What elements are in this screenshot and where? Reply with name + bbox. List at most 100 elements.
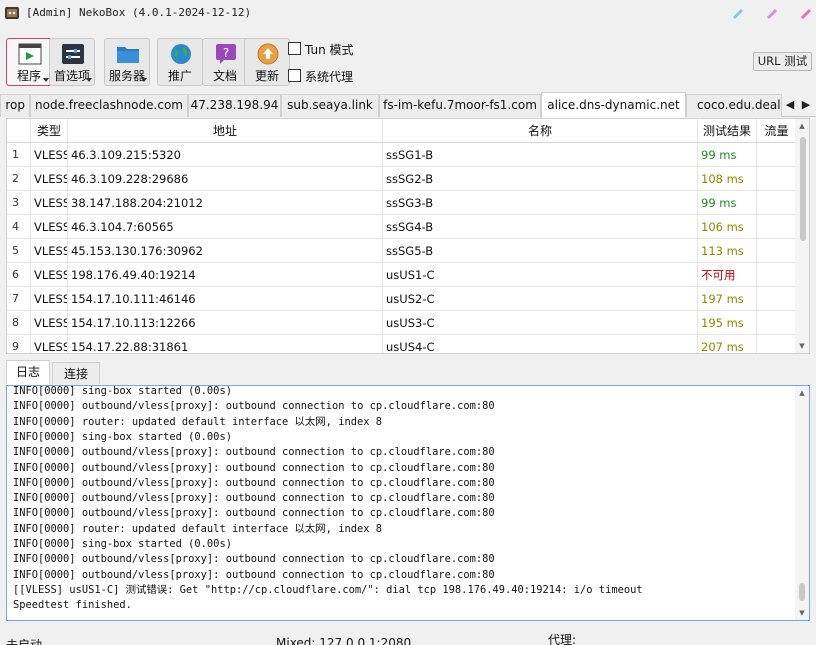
cell-name: usUS3-C <box>383 311 698 335</box>
cell-address: 38.147.188.204:21012 <box>68 191 383 215</box>
scroll-up-icon[interactable]: ▲ <box>798 122 806 130</box>
table-row[interactable]: 1 VLESS 46.3.109.215:5320 ssSG1-B 99 ms <box>7 143 797 167</box>
maximize-icon[interactable] <box>764 6 778 20</box>
cell-name: ssSG1-B <box>383 143 698 167</box>
docs-icon: ? <box>216 44 236 64</box>
log-line: INFO[0000] outbound/vless[proxy]: outbou… <box>13 400 495 413</box>
header-traffic[interactable]: 流量 <box>757 119 797 143</box>
server-button[interactable]: 服务器 <box>104 38 150 86</box>
scroll-down-icon[interactable]: ▼ <box>798 342 806 350</box>
url-test-button[interactable]: URL 测试 <box>753 52 812 71</box>
docs-label: 文档 <box>212 69 237 83</box>
cell-traffic <box>757 167 797 191</box>
group-tab[interactable]: fs-im-kefu.7moor-fs1.com <box>379 94 541 117</box>
cell-test: 113 ms <box>698 239 757 263</box>
table-row[interactable]: 3 VLESS 38.147.188.204:21012 ssSG3-B 99 ms <box>7 191 797 215</box>
cell-idx: 4 <box>7 215 31 239</box>
status-inbound: Mixed: 127.0.0.1:2080 <box>276 636 412 645</box>
tun-mode-checkbox[interactable] <box>288 42 301 55</box>
globe-icon <box>171 44 191 64</box>
close-icon[interactable] <box>798 6 812 20</box>
log-line: INFO[0000] outbound/vless[proxy]: outbou… <box>13 507 495 520</box>
tab-connections[interactable]: 连接 <box>52 362 100 384</box>
log-line: INFO[0000] outbound/vless[proxy]: outbou… <box>13 476 495 489</box>
cell-type: VLESS <box>31 167 68 191</box>
table-row[interactable]: 6 VLESS 198.176.49.40:19214 usUS1-C 不可用 <box>7 263 797 287</box>
system-proxy-checkbox[interactable] <box>288 69 301 82</box>
table-row[interactable]: 2 VLESS 46.3.109.228:29686 ssSG2-B 108 ms <box>7 167 797 191</box>
scroll-down-icon[interactable]: ▼ <box>798 609 806 617</box>
cell-name: ssSG5-B <box>383 239 698 263</box>
cell-type: VLESS <box>31 215 68 239</box>
tab-log[interactable]: 日志 <box>6 360 50 385</box>
log-line: INFO[0000] outbound/vless[proxy]: outbou… <box>13 568 495 581</box>
scroll-up-icon[interactable]: ▲ <box>798 389 806 397</box>
log-line: INFO[0000] outbound/vless[proxy]: outbou… <box>13 492 495 505</box>
group-tab[interactable]: rop <box>0 94 30 117</box>
promote-button[interactable]: 推广 <box>157 38 203 86</box>
update-label: 更新 <box>254 69 279 83</box>
cell-name: usUS2-C <box>383 287 698 311</box>
log-line: INFO[0000] sing-box started (0.00s) <box>13 385 232 397</box>
cell-type: VLESS <box>31 335 68 353</box>
header-name[interactable]: 名称 <box>383 119 698 143</box>
chevron-down-icon <box>141 78 147 82</box>
cell-traffic <box>757 263 797 287</box>
cell-address: 46.3.104.7:60565 <box>68 215 383 239</box>
cell-traffic <box>757 239 797 263</box>
cell-test: 197 ms <box>698 287 757 311</box>
group-tab[interactable]: coco.edu.deal <box>686 94 782 117</box>
system-proxy-label: 系统代理 <box>305 70 354 84</box>
cell-name: usUS4-C <box>383 335 698 353</box>
update-button[interactable]: 更新 <box>244 38 290 86</box>
status-running: 未启动 <box>6 638 43 645</box>
group-tab[interactable]: node.freeclashnode.com <box>30 94 188 117</box>
cell-test: 99 ms <box>698 143 757 167</box>
cell-traffic <box>757 335 797 353</box>
header-type[interactable]: 类型 <box>31 119 68 143</box>
cell-address: 154.17.22.88:31861 <box>68 335 383 353</box>
table-scrollbar[interactable]: ▲ ▼ <box>795 119 809 353</box>
cell-type: VLESS <box>31 287 68 311</box>
group-tab-bar: rop node.freeclashnode.com 47.238.198.94… <box>0 92 816 118</box>
cell-name: usUS1-C <box>383 263 698 287</box>
preferences-button[interactable]: 首选项 <box>49 38 95 86</box>
cell-test: 108 ms <box>698 167 757 191</box>
tab-scroll-right-icon[interactable]: ▶ <box>799 95 813 115</box>
cell-address: 154.17.10.113:12266 <box>68 311 383 335</box>
cell-test: 不可用 <box>698 263 757 287</box>
chevron-down-icon <box>86 78 92 82</box>
table-scroll-thumb[interactable] <box>800 137 806 241</box>
status-proxy: 代理: <box>548 633 577 645</box>
header-address[interactable]: 地址 <box>68 119 383 143</box>
table-row[interactable]: 8 VLESS 154.17.10.113:12266 usUS3-C 195 ms <box>7 311 797 335</box>
table-row[interactable]: 4 VLESS 46.3.104.7:60565 ssSG4-B 106 ms <box>7 215 797 239</box>
docs-button[interactable]: ? 文档 <box>202 38 248 86</box>
cell-idx: 2 <box>7 167 31 191</box>
log-scroll-thumb[interactable] <box>799 583 805 601</box>
cell-traffic <box>757 143 797 167</box>
cell-address: 198.176.49.40:19214 <box>68 263 383 287</box>
table-row[interactable]: 5 VLESS 45.153.130.176:30962 ssSG5-B 113 ms <box>7 239 797 263</box>
program-button[interactable]: 程序 <box>6 38 52 86</box>
log-line: INFO[0000] router: updated default inter… <box>13 415 382 428</box>
cell-idx: 1 <box>7 143 31 167</box>
group-tab-selected[interactable]: alice.dns-dynamic.net <box>541 92 686 118</box>
cell-name: ssSG2-B <box>383 167 698 191</box>
cell-idx: 5 <box>7 239 31 263</box>
group-tab[interactable]: 47.238.198.94 <box>188 94 281 117</box>
group-tab[interactable]: sub.seaya.link <box>281 94 379 117</box>
log-line: [[VLESS] usUS1-C] 测试错误: Get "http://cp.c… <box>13 583 643 596</box>
cell-idx: 9 <box>7 335 31 353</box>
cell-test: 99 ms <box>698 191 757 215</box>
update-icon <box>257 43 279 65</box>
table-row[interactable]: 7 VLESS 154.17.10.111:46146 usUS2-C 197 ms <box>7 287 797 311</box>
tab-scroll-left-icon[interactable]: ◀ <box>783 95 797 115</box>
table-row[interactable]: 9 VLESS 154.17.22.88:31861 usUS4-C 207 ms <box>7 335 797 353</box>
log-panel[interactable]: INFO[0000] sing-box started (0.00s) INFO[… <box>6 385 810 621</box>
svg-text:?: ? <box>223 46 229 60</box>
log-scrollbar[interactable]: ▲ ▼ <box>795 386 809 620</box>
log-line: INFO[0000] sing-box started (0.00s) <box>13 538 232 550</box>
header-test-result[interactable]: 测试结果 <box>698 119 757 143</box>
minimize-icon[interactable] <box>730 6 744 20</box>
